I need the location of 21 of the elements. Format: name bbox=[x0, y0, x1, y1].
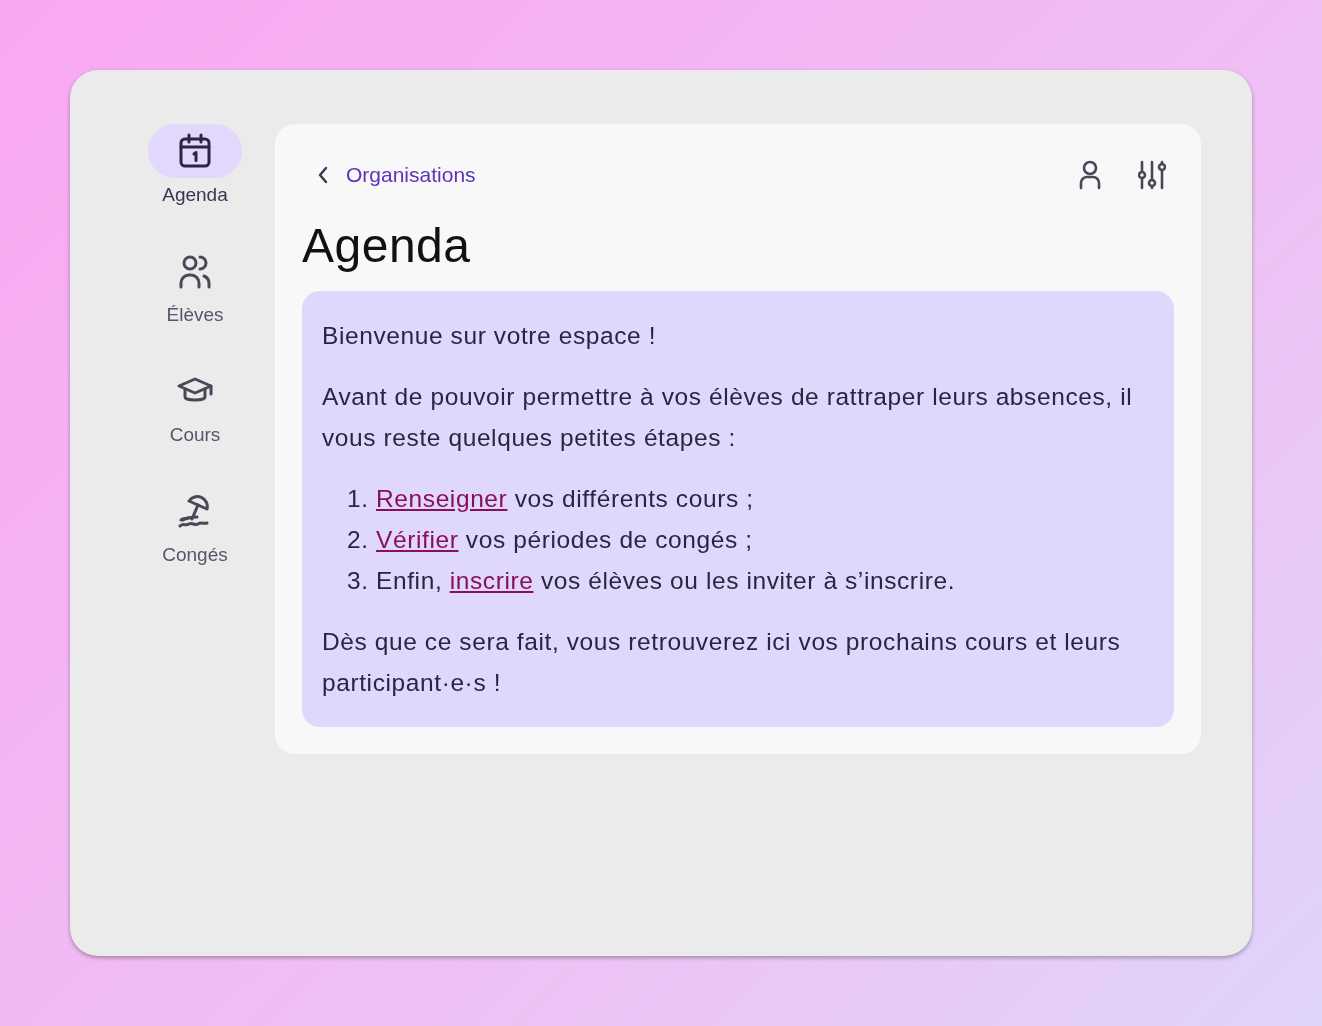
step-item: 2. Vérifier vos périodes de congés ; bbox=[347, 525, 754, 555]
sidebar-item[interactable]: Élèves bbox=[140, 244, 250, 326]
page-title: Agenda bbox=[302, 218, 472, 273]
sliders-icon bbox=[1138, 160, 1166, 190]
chevron-left-icon bbox=[318, 166, 328, 184]
intro-text: Avant de pouvoir permettre à vos élèves de rattraper leurs absences, il vous reste quelques petites étapes : bbox=[322, 382, 1134, 453]
outro-text: Dès que ce sera fait, vous retrouverez ici vos prochains cours et leurs participant·e·s ! bbox=[322, 627, 1122, 698]
user-icon bbox=[1078, 160, 1102, 190]
step-link[interactable]: Renseigner bbox=[376, 485, 508, 512]
step-link[interactable]: inscrire bbox=[449, 567, 534, 594]
calendar-icon bbox=[178, 133, 212, 169]
greeting-text: Bienvenue sur votre espace ! bbox=[322, 321, 658, 351]
settings-button[interactable] bbox=[1138, 160, 1166, 190]
sidebar-item[interactable]: Cours bbox=[140, 364, 250, 446]
step-link[interactable]: Vérifier bbox=[376, 526, 459, 553]
back-link[interactable]: Organisations bbox=[302, 163, 476, 187]
step-item: 1. Renseigner vos différents cours ; bbox=[347, 484, 755, 514]
step-item: 3. Enfin, inscrire vos élèves ou les inviter à s’inscrire. bbox=[347, 566, 957, 596]
user-button[interactable] bbox=[1078, 160, 1102, 190]
sidebar-item[interactable]: Congés bbox=[140, 484, 250, 566]
users-icon bbox=[178, 253, 212, 289]
